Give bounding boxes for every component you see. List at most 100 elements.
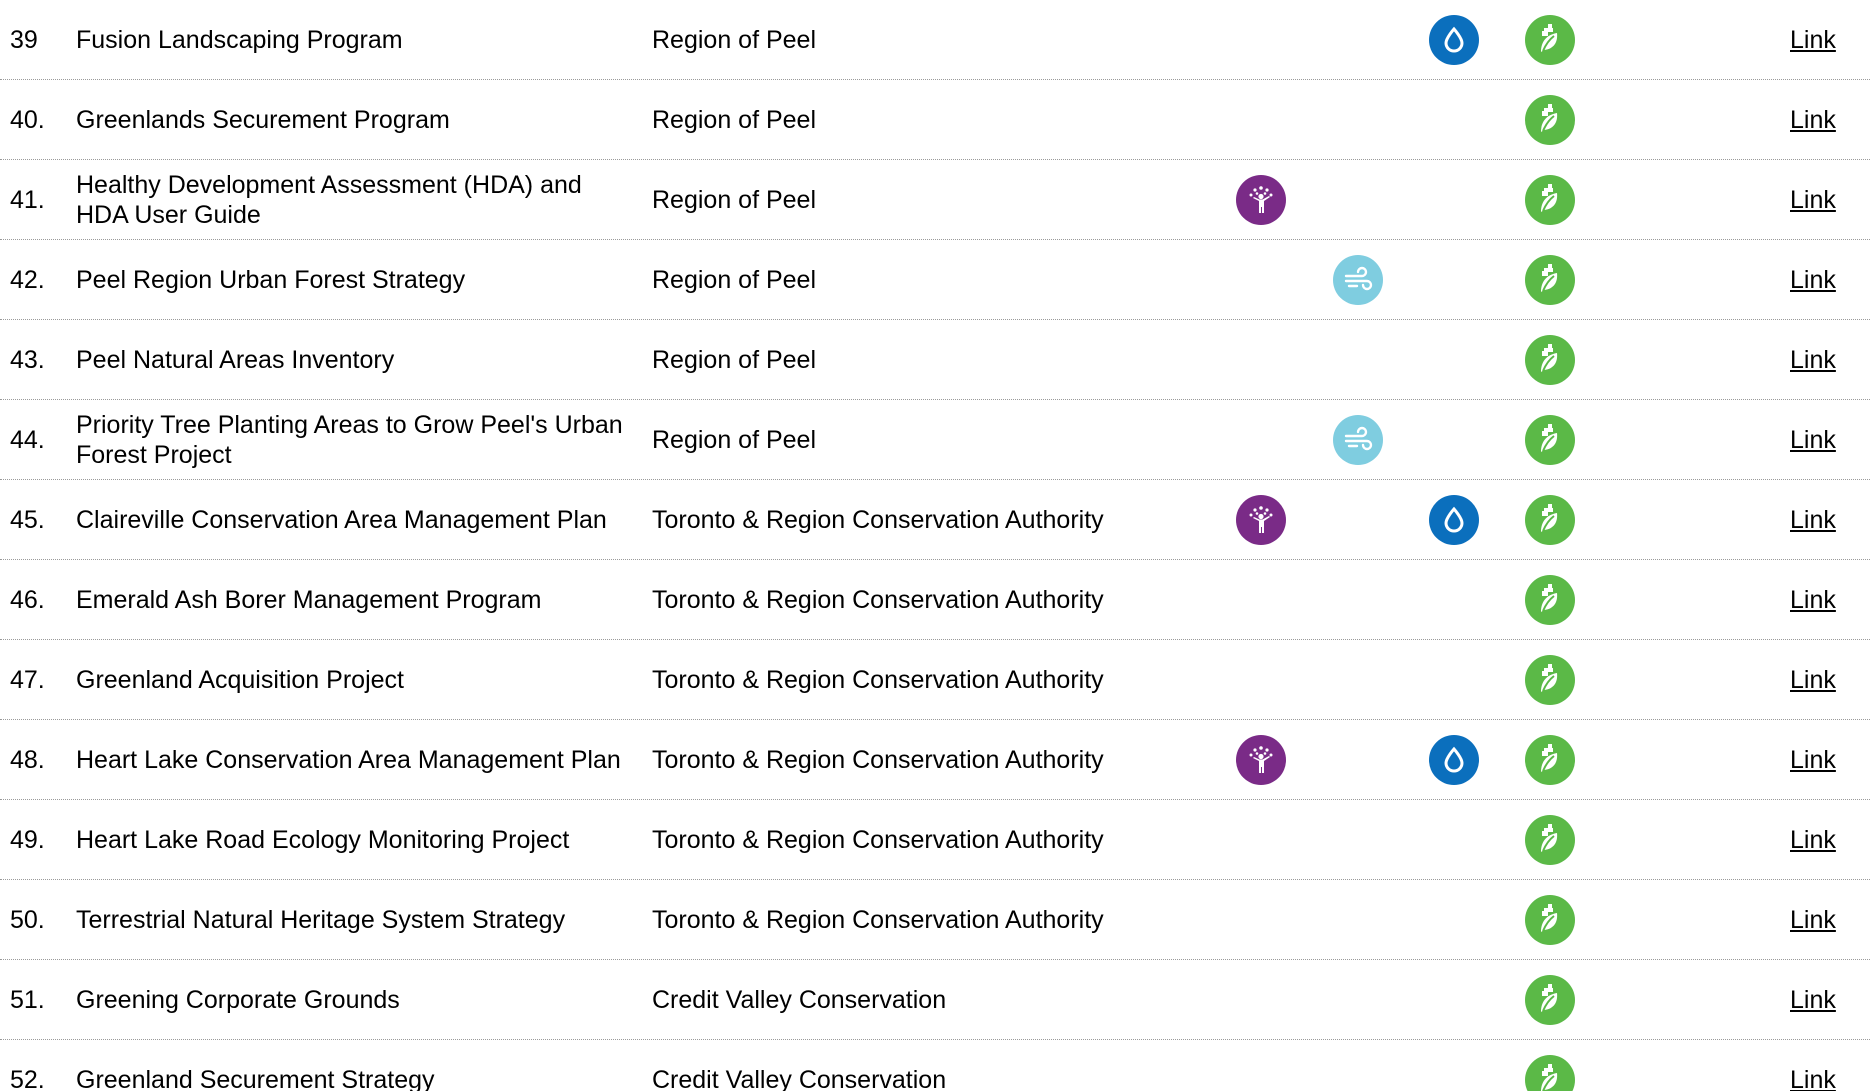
organization-name: Region of Peel (652, 265, 817, 294)
program-name: Peel Natural Areas Inventory (76, 345, 395, 374)
program-name: Priority Tree Planting Areas to Grow Pee… (76, 410, 623, 469)
table-row: 39 Fusion Landscaping Program Region of Pe… (0, 0, 1870, 80)
water-drop-icon (1429, 734, 1479, 785)
link-cell: Link (1790, 160, 1870, 239)
program-link[interactable]: Link (1790, 505, 1836, 535)
green-leaf-icon (1525, 334, 1575, 385)
green-leaf-icon (1525, 414, 1575, 465)
table-row: 45. Claireville Conservation Area Managem… (0, 480, 1870, 560)
program-link[interactable]: Link (1790, 265, 1836, 295)
program-name: Fusion Landscaping Program (76, 25, 403, 54)
organization-name: Toronto & Region Conservation Authority (652, 825, 1104, 854)
row-number: 39 (10, 25, 38, 54)
organization-name: Toronto & Region Conservation Authority (652, 745, 1104, 774)
water-drop-icon (1429, 14, 1479, 65)
program-link[interactable]: Link (1790, 985, 1836, 1015)
program-name: Heart Lake Road Ecology Monitoring Proje… (76, 825, 570, 854)
program-link[interactable]: Link (1790, 105, 1836, 135)
table-row: 51. Greening Corporate Grounds Credit Vall… (0, 960, 1870, 1040)
row-number: 48. (10, 745, 45, 774)
program-name: Greenlands Securement Program (76, 105, 450, 134)
green-leaf-icon (1525, 814, 1575, 865)
green-leaf-icon (1525, 574, 1575, 625)
row-number: 47. (10, 665, 45, 694)
organization-name: Toronto & Region Conservation Authority (652, 905, 1104, 934)
green-leaf-icon (1525, 494, 1575, 545)
table-row: 44. Priority Tree Planting Areas to Grow … (0, 400, 1870, 480)
program-name: Heart Lake Conservation Area Management … (76, 745, 621, 774)
program-name: Greenland Acquisition Project (76, 665, 404, 694)
program-name: Terrestrial Natural Heritage System Stra… (76, 905, 566, 934)
program-link[interactable]: Link (1790, 25, 1836, 55)
program-name: Greening Corporate Grounds (76, 985, 400, 1014)
link-cell: Link (1790, 400, 1870, 479)
link-cell: Link (1790, 560, 1870, 639)
table-row: 50. Terrestrial Natural Heritage System S… (0, 880, 1870, 960)
table-row: 42. Peel Region Urban Forest Strategy Regi… (0, 240, 1870, 320)
program-link[interactable]: Link (1790, 665, 1836, 695)
green-leaf-icon (1525, 174, 1575, 225)
link-cell: Link (1790, 640, 1870, 719)
green-leaf-icon (1525, 974, 1575, 1025)
organization-name: Credit Valley Conservation (652, 1066, 947, 1091)
organization-name: Toronto & Region Conservation Authority (652, 665, 1104, 694)
organization-name: Region of Peel (652, 345, 817, 374)
program-link[interactable]: Link (1790, 345, 1836, 375)
program-link[interactable]: Link (1790, 825, 1836, 855)
organization-name: Credit Valley Conservation (652, 985, 947, 1014)
program-link[interactable]: Link (1790, 585, 1836, 615)
organization-name: Toronto & Region Conservation Authority (652, 585, 1104, 614)
program-link[interactable]: Link (1790, 185, 1836, 215)
program-name: Greenland Securement Strategy (76, 1066, 435, 1091)
link-cell: Link (1790, 0, 1870, 79)
row-number: 45. (10, 505, 45, 534)
link-cell: Link (1790, 80, 1870, 159)
health-person-icon (1236, 494, 1286, 545)
air-wind-icon (1333, 254, 1383, 305)
table-row: 48. Heart Lake Conservation Area Manageme… (0, 720, 1870, 800)
table-row: 47. Greenland Acquisition Project Toronto … (0, 640, 1870, 720)
health-person-icon (1236, 734, 1286, 785)
row-number: 43. (10, 345, 45, 374)
link-cell: Link (1790, 240, 1870, 319)
table-row: 40. Greenlands Securement Program Region o… (0, 80, 1870, 160)
link-cell: Link (1790, 720, 1870, 799)
row-number: 42. (10, 265, 45, 294)
link-cell: Link (1790, 480, 1870, 559)
green-leaf-icon (1525, 14, 1575, 65)
green-leaf-icon (1525, 1055, 1575, 1091)
program-link[interactable]: Link (1790, 905, 1836, 935)
link-cell: Link (1790, 320, 1870, 399)
organization-name: Region of Peel (652, 25, 817, 54)
link-cell: Link (1790, 1040, 1870, 1091)
program-link[interactable]: Link (1790, 1065, 1836, 1091)
row-number: 44. (10, 425, 45, 454)
organization-name: Region of Peel (652, 105, 817, 134)
row-number: 46. (10, 585, 45, 614)
water-drop-icon (1429, 494, 1479, 545)
row-number: 52. (10, 1066, 45, 1091)
green-leaf-icon (1525, 734, 1575, 785)
table-row: 49. Heart Lake Road Ecology Monitoring Pr… (0, 800, 1870, 880)
row-number: 40. (10, 105, 45, 134)
program-name: Emerald Ash Borer Management Program (76, 585, 542, 614)
row-number: 51. (10, 985, 45, 1014)
table-row: 52. Greenland Securement Strategy Credit V… (0, 1040, 1870, 1091)
organization-name: Toronto & Region Conservation Authority (652, 505, 1104, 534)
program-link[interactable]: Link (1790, 745, 1836, 775)
program-name: Claireville Conservation Area Management… (76, 505, 607, 534)
link-cell: Link (1790, 960, 1870, 1039)
green-leaf-icon (1525, 654, 1575, 705)
link-cell: Link (1790, 880, 1870, 959)
table-row: 43. Peel Natural Areas Inventory Region of… (0, 320, 1870, 400)
organization-name: Region of Peel (652, 425, 817, 454)
program-name: Healthy Development Assessment (HDA) and… (76, 170, 582, 229)
link-cell: Link (1790, 800, 1870, 879)
program-link[interactable]: Link (1790, 425, 1836, 455)
table-row: 41. Healthy Development Assessment (HDA) … (0, 160, 1870, 240)
green-leaf-icon (1525, 94, 1575, 145)
organization-name: Region of Peel (652, 185, 817, 214)
health-person-icon (1236, 174, 1286, 225)
row-number: 41. (10, 185, 45, 214)
green-leaf-icon (1525, 894, 1575, 945)
